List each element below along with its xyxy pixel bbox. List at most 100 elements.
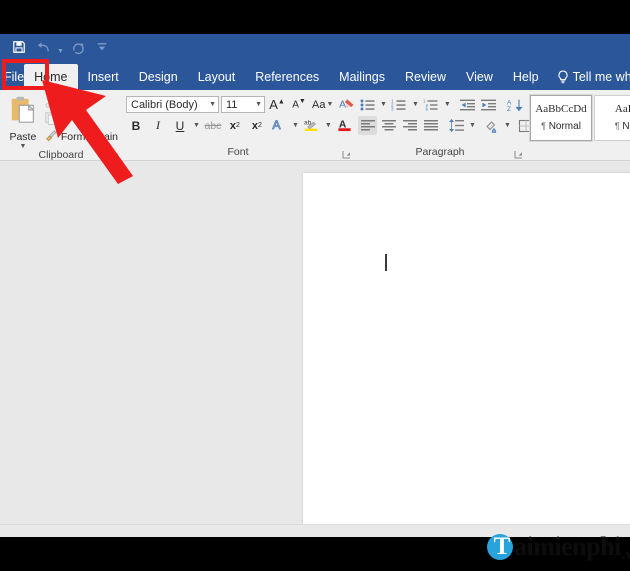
font-color-button[interactable]: A — [335, 116, 355, 135]
ribbon-group-clipboard: Paste ▼ ▼ Format Pain Clipboard — [0, 90, 122, 161]
ribbon-group-paragraph: ▼ 1 2 3 ▼ 1 a b ▼ A Z ▼ ▼ Paragraph — [354, 90, 546, 160]
align-left-button[interactable] — [358, 116, 377, 135]
tab-review[interactable]: Review — [395, 64, 456, 90]
change-case-icon: Aa — [312, 98, 326, 111]
quick-access-toolbar: ▼ — [8, 36, 113, 58]
document-page[interactable] — [303, 173, 630, 537]
customize-qat-icon[interactable] — [91, 37, 113, 57]
tab-mailings[interactable]: Mailings — [329, 64, 395, 90]
tab-help[interactable]: Help — [503, 64, 549, 90]
text-cursor — [385, 254, 387, 271]
font-row-1: Calibri (Body) ▼ 11 ▼ A▲ A▼ Aa ▼ A — [126, 94, 357, 115]
text-effects-button[interactable]: A — [269, 116, 289, 135]
paste-icon — [8, 95, 38, 130]
clipboard-secondary-commands: ▼ Format Pain — [42, 93, 118, 145]
cut-button[interactable] — [44, 94, 118, 111]
undo-icon[interactable] — [32, 37, 54, 57]
screenshot-root: ▼ File Home Insert Design Layout Referen… — [0, 0, 630, 571]
highlighter-icon: ab — [303, 117, 320, 135]
paste-dropdown-icon[interactable]: ▼ — [19, 143, 26, 150]
change-case-button[interactable]: Aa ▼ — [311, 95, 335, 114]
paintbrush-icon — [44, 128, 58, 147]
style-preview: AaBbCcDd — [535, 102, 587, 115]
pilcrow-icon: ¶ — [614, 120, 620, 131]
ribbon-home: Paste ▼ ▼ Format Pain Clipboard Calibri … — [0, 90, 630, 161]
font-color-icon: A — [337, 117, 352, 135]
decrease-indent-button[interactable] — [459, 95, 478, 114]
shrink-font-button[interactable]: A▼ — [289, 95, 309, 114]
italic-button[interactable]: I — [148, 116, 168, 135]
ribbon-group-font: Calibri (Body) ▼ 11 ▼ A▲ A▼ Aa ▼ A B I U… — [122, 90, 365, 160]
style-name: ¶ No — [614, 120, 630, 132]
justify-button[interactable] — [421, 116, 440, 135]
font-name-dropdown-icon[interactable]: ▼ — [206, 101, 216, 108]
save-icon[interactable] — [8, 37, 30, 57]
grow-font-icon: A▲ — [269, 97, 285, 112]
paragraph-dialog-launcher-icon[interactable] — [514, 150, 523, 159]
paste-button[interactable]: Paste ▼ — [4, 93, 42, 150]
logo-letter: T — [493, 533, 511, 560]
text-effects-icon: A — [271, 117, 286, 135]
undo-dropdown-icon[interactable]: ▼ — [56, 35, 65, 60]
shrink-font-icon: A▼ — [292, 98, 306, 111]
numbering-dropdown-icon[interactable]: ▼ — [411, 101, 420, 108]
bold-button[interactable]: B — [126, 116, 146, 135]
tab-references[interactable]: References — [245, 64, 329, 90]
tab-layout[interactable]: Layout — [188, 64, 246, 90]
font-size-dropdown-icon[interactable]: ▼ — [252, 101, 262, 108]
shading-dropdown-icon[interactable]: ▼ — [503, 122, 512, 129]
line-spacing-button[interactable] — [447, 116, 466, 135]
copy-dropdown-icon[interactable]: ▼ — [61, 117, 70, 124]
text-highlight-button[interactable]: ab — [302, 116, 322, 135]
font-name-value: Calibri (Body) — [131, 98, 198, 111]
paragraph-row-1: ▼ 1 2 3 ▼ 1 a b ▼ A Z — [358, 94, 546, 115]
copy-button[interactable]: ▼ — [44, 111, 118, 128]
style-item-no-spacing[interactable]: AaB ¶ No — [594, 94, 630, 141]
font-size-combobox[interactable]: 11 ▼ — [221, 96, 265, 113]
format-painter-button[interactable]: Format Pain — [44, 129, 118, 145]
font-dialog-launcher-icon[interactable] — [342, 150, 351, 159]
clipboard-dialog-launcher-icon[interactable] — [110, 151, 119, 160]
watermark-logo-mark: T — [487, 532, 517, 562]
tell-me-search[interactable]: Tell me what you want — [549, 64, 630, 90]
tab-insert[interactable]: Insert — [78, 64, 129, 90]
lightbulb-icon — [557, 70, 569, 84]
pilcrow-icon: ¶ — [541, 120, 546, 131]
tab-view[interactable]: View — [456, 64, 503, 90]
paragraph-group-label: Paragraph — [415, 146, 465, 158]
align-center-button[interactable] — [379, 116, 398, 135]
bullets-button[interactable] — [358, 95, 377, 114]
font-size-value: 11 — [226, 98, 238, 111]
multilevel-list-dropdown-icon[interactable]: ▼ — [443, 101, 452, 108]
align-right-button[interactable] — [400, 116, 419, 135]
subscript-button[interactable]: x2 — [225, 116, 245, 135]
document-canvas[interactable] — [0, 161, 630, 537]
multilevel-list-button[interactable]: 1 a b — [422, 95, 441, 114]
redo-icon[interactable] — [67, 37, 89, 57]
paste-label: Paste — [9, 131, 37, 143]
style-item-normal[interactable]: AaBbCcDd ¶ Normal — [529, 93, 593, 142]
grow-font-button[interactable]: A▲ — [267, 95, 287, 114]
font-name-combobox[interactable]: Calibri (Body) ▼ — [126, 96, 219, 113]
ribbon-tab-strip: File Home Insert Design Layout Reference… — [0, 60, 630, 90]
line-spacing-dropdown-icon[interactable]: ▼ — [468, 122, 477, 129]
sort-button[interactable]: A Z — [506, 95, 525, 114]
shading-button[interactable] — [482, 116, 501, 135]
clipboard-group-label: Clipboard — [38, 149, 84, 161]
numbering-button[interactable]: 1 2 3 — [390, 95, 409, 114]
tab-file[interactable]: File — [4, 64, 24, 90]
tab-design[interactable]: Design — [129, 64, 188, 90]
watermark-text: aimienphi — [514, 532, 621, 561]
svg-text:3: 3 — [391, 106, 394, 111]
change-case-dropdown-icon[interactable]: ▼ — [325, 101, 334, 108]
increase-indent-button[interactable] — [480, 95, 499, 114]
bullets-dropdown-icon[interactable]: ▼ — [379, 101, 388, 108]
strikethrough-button[interactable]: abc — [203, 116, 223, 135]
svg-text:Z: Z — [507, 106, 511, 112]
text-effects-dropdown-icon[interactable]: ▼ — [291, 122, 300, 129]
underline-dropdown-icon[interactable]: ▼ — [192, 122, 201, 129]
tab-home[interactable]: Home — [24, 64, 78, 90]
underline-button[interactable]: U — [170, 116, 190, 135]
superscript-button[interactable]: x2 — [247, 116, 267, 135]
highlight-dropdown-icon[interactable]: ▼ — [324, 122, 333, 129]
